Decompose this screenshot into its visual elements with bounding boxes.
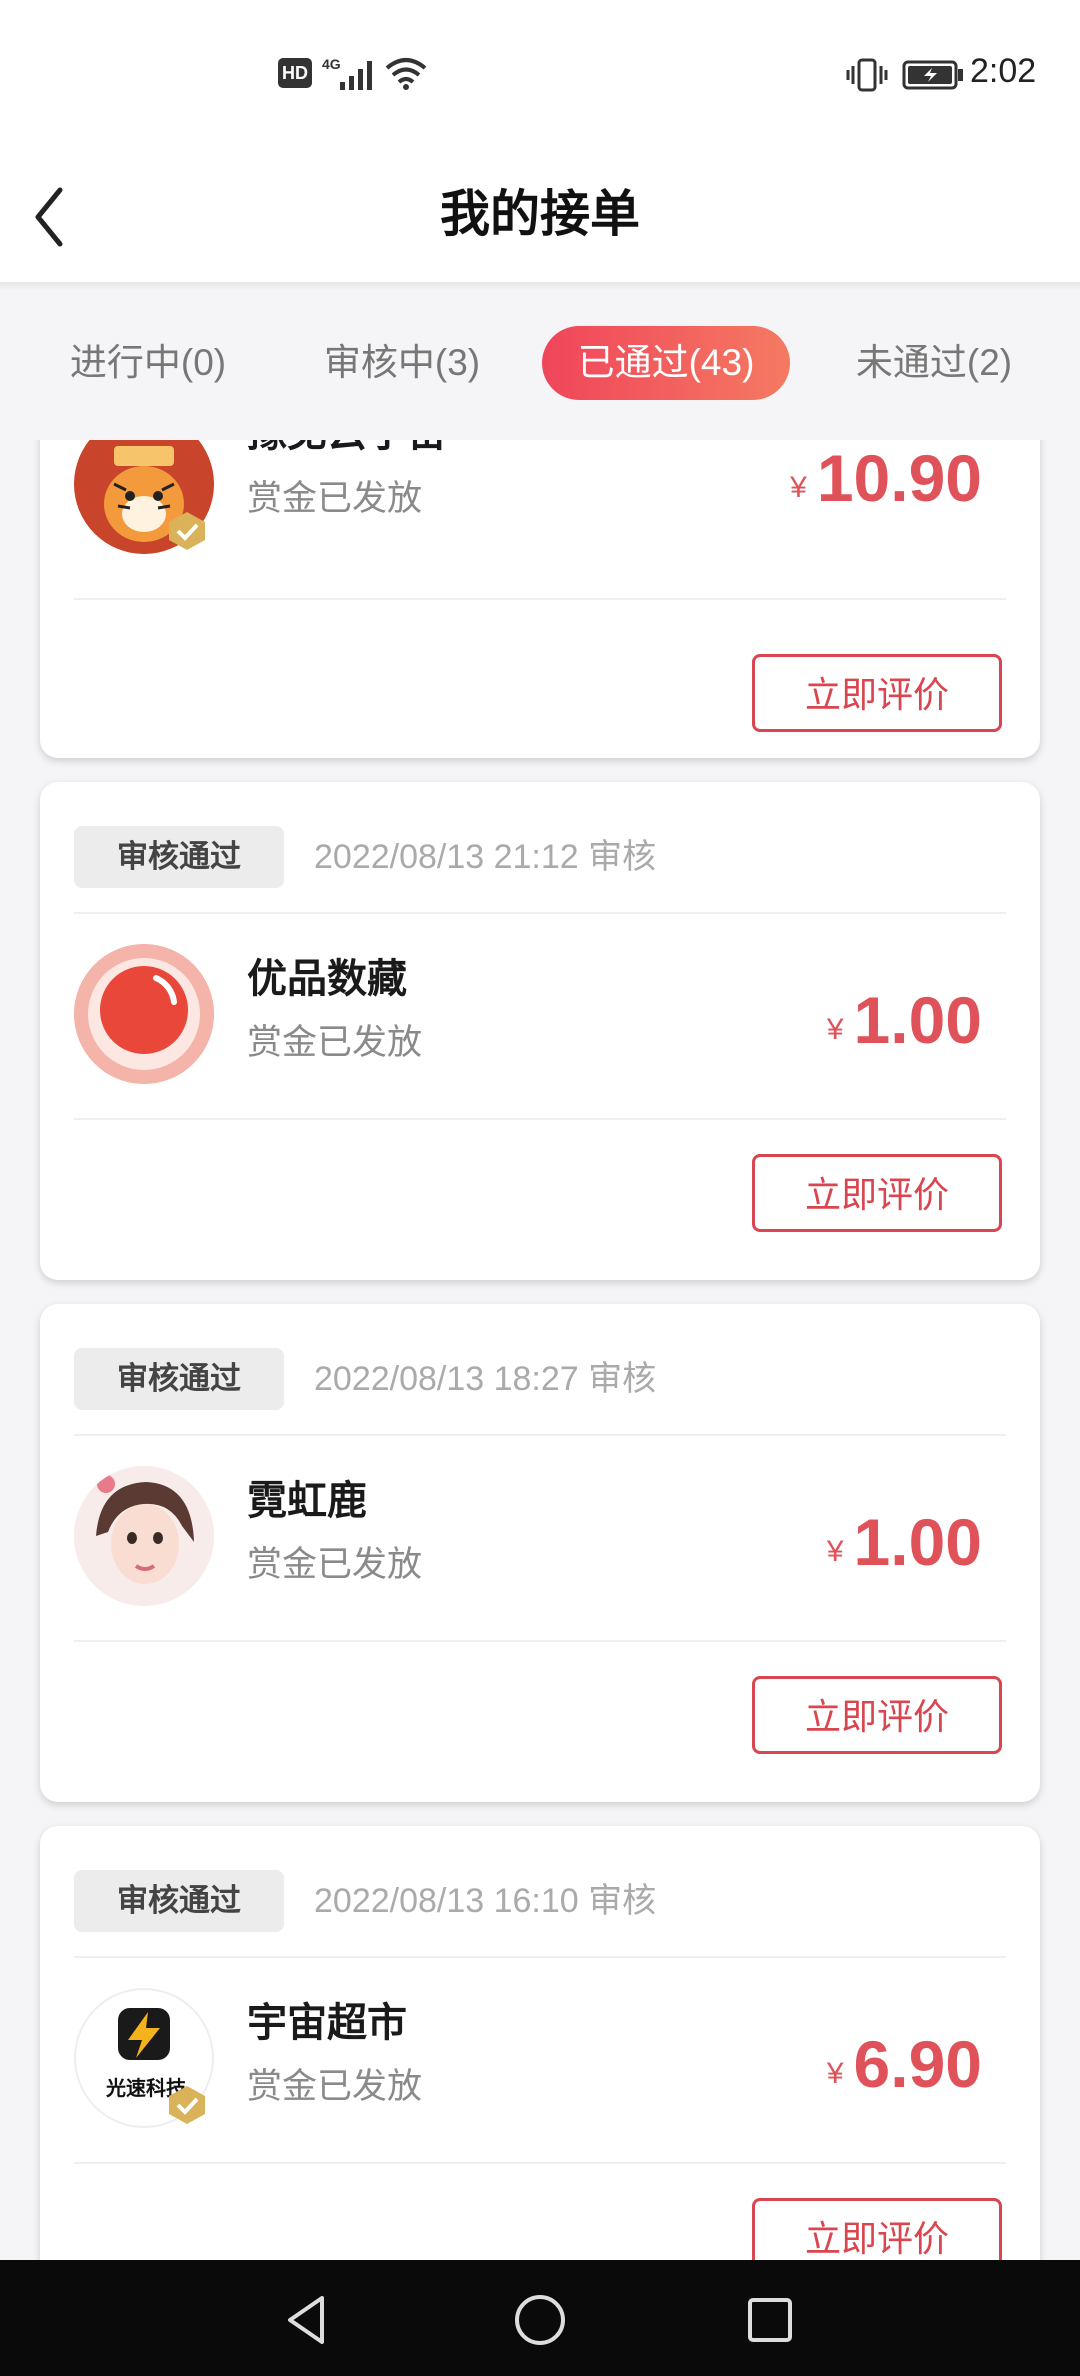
avatar: [74, 944, 214, 1084]
verified-badge-icon: [169, 512, 205, 550]
status-badge: 审核通过: [74, 826, 284, 888]
currency-symbol: ¥: [826, 2057, 844, 2090]
review-button[interactable]: 立即评价: [752, 1154, 1002, 1232]
shop-name: 豫见云宇宙: [247, 440, 447, 458]
reward-amount: ¥10.90: [790, 440, 982, 516]
task-list[interactable]: 豫见云宇宙 赏金已发放 ¥10.90 立即评价 审核通过 2022/08/13 …: [0, 440, 1080, 2260]
girl-avatar-icon: [74, 1466, 214, 1606]
status-badge: 审核通过: [74, 1348, 284, 1410]
clock: 2:02: [970, 52, 1037, 90]
shop-name: 霓虹鹿: [247, 1478, 367, 1524]
review-time: 2022/08/13 18:27 审核: [314, 1360, 657, 1398]
currency-symbol: ¥: [826, 1013, 844, 1046]
currency-symbol: ¥: [826, 1535, 844, 1568]
task-card: 审核通过 2022/08/13 21:12 审核 优品数藏 赏金已发放 ¥1.0…: [40, 782, 1040, 1280]
system-nav-bar: [0, 2260, 1080, 2376]
divider: [74, 1118, 1006, 1120]
reward-status: 赏金已发放: [247, 2067, 423, 2107]
review-time: 2022/08/13 16:10 审核: [314, 1882, 657, 1920]
price-value: 1.00: [853, 983, 982, 1057]
reward-status: 赏金已发放: [247, 479, 423, 519]
task-card: 审核通过 2022/08/13 18:27 审核 霓虹鹿 赏金已发放 ¥1.00…: [40, 1304, 1040, 1802]
back-triangle-icon[interactable]: [276, 2288, 340, 2352]
price-value: 10.90: [816, 441, 982, 515]
status-tabs: 进行中(0) 审核中(3) 已通过(43) 未通过(2): [0, 316, 1080, 410]
divider: [74, 1434, 1006, 1436]
signal-icon: [340, 61, 372, 90]
avatar: [74, 1466, 214, 1606]
status-bar: HD 4G 2:02: [0, 0, 1080, 150]
review-time: 2022/08/13 21:12 审核: [314, 838, 657, 876]
shop-name: 优品数藏: [247, 956, 407, 1002]
tab-reviewing[interactable]: 审核中(3): [302, 326, 502, 400]
reward-amount: ¥1.00: [827, 1504, 982, 1580]
nav-bar: 我的接单: [0, 150, 1080, 282]
recents-square-icon[interactable]: [738, 2288, 802, 2352]
status-badge: 审核通过: [74, 1870, 284, 1932]
hd-icon: HD: [278, 58, 312, 88]
divider: [74, 1956, 1006, 1958]
review-button[interactable]: 立即评价: [752, 1676, 1002, 1754]
price-value: 1.00: [853, 1505, 982, 1579]
vibrate-icon: [846, 58, 888, 92]
card-header: 审核通过 2022/08/13 18:27 审核: [74, 1348, 1006, 1410]
divider: [74, 598, 1006, 600]
home-circle-icon[interactable]: [508, 2288, 572, 2352]
nav-shadow: [0, 282, 1080, 290]
card-header: 审核通过 2022/08/13 21:12 审核: [74, 826, 1006, 888]
card-header: 审核通过 2022/08/13 16:10 审核: [74, 1870, 1006, 1932]
task-card: 审核通过 2022/08/13 16:10 审核 光速科技 宇宙超市 赏金已发放…: [40, 1826, 1040, 2260]
tab-approved[interactable]: 已通过(43): [542, 326, 790, 400]
battery-charging-icon: [902, 60, 963, 90]
currency-symbol: ¥: [790, 471, 807, 504]
shop-name: 宇宙超市: [247, 2000, 407, 2046]
divider: [74, 2162, 1006, 2164]
reward-status: 赏金已发放: [247, 1545, 423, 1585]
reward-amount: ¥6.90: [827, 2026, 982, 2102]
price-value: 6.90: [853, 2027, 982, 2101]
divider: [74, 1640, 1006, 1642]
task-card: 豫见云宇宙 赏金已发放 ¥10.90 立即评价: [40, 440, 1040, 758]
reward-status: 赏金已发放: [247, 1023, 423, 1063]
wifi-icon: [385, 58, 427, 90]
divider: [74, 912, 1006, 914]
review-button[interactable]: 立即评价: [752, 2198, 1002, 2260]
red-circle-logo-icon: [74, 944, 214, 1084]
reward-amount: ¥1.00: [827, 982, 982, 1058]
page-title: 我的接单: [440, 185, 640, 243]
tab-rejected[interactable]: 未通过(2): [834, 326, 1034, 400]
verified-badge-icon: [169, 2086, 205, 2124]
review-button[interactable]: 立即评价: [752, 654, 1002, 732]
tab-in-progress[interactable]: 进行中(0): [48, 326, 248, 400]
